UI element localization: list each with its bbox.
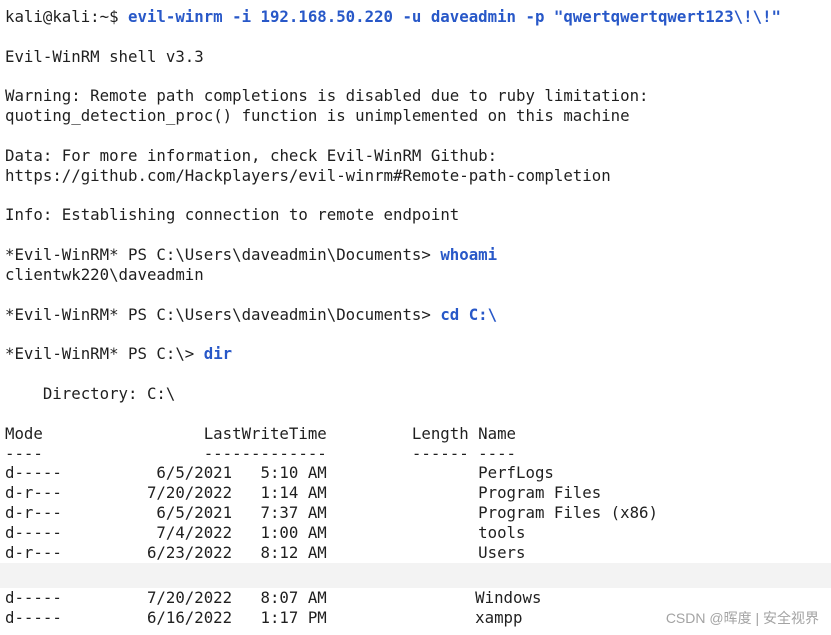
entry-time: 8:12 AM bbox=[260, 542, 327, 562]
directory-entry-row: d-r--- 6/23/2022 8:12 AM Users bbox=[5, 543, 825, 563]
entry-time: 7:37 AM bbox=[260, 503, 327, 523]
column-rule-mode: ---- bbox=[5, 443, 43, 463]
entry-name: Program Files bbox=[478, 483, 602, 503]
entry-mode: d-r--- bbox=[5, 542, 62, 562]
entry-date: 6/16/2022 bbox=[146, 607, 233, 627]
directory-entry-row: d-r--- 6/5/2021 7:37 AM Program Files (x… bbox=[5, 503, 825, 523]
data-notice-url: https://github.com/Hackplayers/evil-winr… bbox=[5, 165, 611, 185]
dir-command: dir bbox=[203, 344, 233, 364]
entry-name: tools bbox=[478, 522, 526, 542]
entry-name: Windows bbox=[475, 588, 542, 607]
entry-time: 1:17 PM bbox=[260, 607, 327, 627]
cd-command: cd C:\ bbox=[440, 304, 498, 324]
whoami-output-line: clientwk220\daveadmin bbox=[5, 265, 825, 285]
entry-date: 7/4/2022 bbox=[156, 522, 233, 542]
directory-entry-row: d----- 6/5/2021 5:10 AM PerfLogs bbox=[5, 463, 825, 483]
entry-mode: d----- bbox=[5, 522, 62, 542]
entry-name: Program Files (x86) bbox=[478, 503, 658, 523]
entry-date: 6/23/2022 bbox=[146, 542, 233, 562]
info-text: Info: Establishing connection to remote … bbox=[5, 205, 460, 225]
listing-rule-row: ---- ------------- ------ ---- bbox=[5, 444, 825, 464]
entry-mode: d----- bbox=[5, 588, 62, 607]
entry-date: 7/20/2022 bbox=[146, 588, 233, 607]
info-line: Info: Establishing connection to remote … bbox=[5, 205, 825, 225]
warning-line-1: Warning: Remote path completions is disa… bbox=[5, 86, 825, 106]
entry-time: 5:10 AM bbox=[260, 463, 327, 483]
entry-name: PerfLogs bbox=[478, 463, 554, 483]
entry-mode: d-r--- bbox=[5, 483, 62, 503]
directory-heading: Directory: C:\ bbox=[42, 384, 176, 404]
entry-mode: d----- bbox=[5, 607, 62, 627]
entry-mode: d-r--- bbox=[5, 503, 62, 523]
directory-heading-line: Directory: C:\ bbox=[5, 384, 825, 404]
directory-entry-row: d-r--- 7/20/2022 1:14 AM Program Files bbox=[5, 483, 825, 503]
whoami-command-line: *Evil-WinRM* PS C:\Users\daveadmin\Docum… bbox=[5, 245, 825, 265]
dir-command-line: *Evil-WinRM* PS C:\> dir bbox=[5, 344, 825, 364]
directory-entry-row: d----- 7/4/2022 1:00 AM tools bbox=[5, 523, 825, 543]
column-rule-length: ------ bbox=[411, 443, 469, 463]
column-header-length: Length bbox=[411, 423, 469, 443]
evil-winrm-command: evil-winrm -i 192.168.50.220 -u daveadmi… bbox=[128, 7, 781, 26]
whoami-command: whoami bbox=[440, 245, 498, 265]
listing-header-row: Mode LastWriteTime Length Name bbox=[5, 424, 825, 444]
screenshot-seam-band bbox=[0, 563, 831, 588]
column-header-lastwritetime: LastWriteTime bbox=[203, 423, 327, 443]
warning-text: Warning: Remote path completions is disa… bbox=[5, 86, 649, 106]
warning-line-2: quoting_detection_proc() function is uni… bbox=[5, 106, 825, 126]
entry-time: 1:00 AM bbox=[260, 522, 327, 542]
warning-text: quoting_detection_proc() function is uni… bbox=[5, 106, 630, 126]
column-rule-lastwritetime: ------------- bbox=[203, 443, 327, 463]
entry-date: 6/5/2021 bbox=[156, 503, 233, 523]
column-header-mode: Mode bbox=[5, 423, 43, 443]
data-notice-line-2: https://github.com/Hackplayers/evil-winr… bbox=[5, 166, 825, 186]
column-rule-name: ---- bbox=[478, 443, 517, 463]
entry-time: 1:14 AM bbox=[260, 483, 327, 503]
terminal-output[interactable]: kali@kali:~$ evil-winrm -i 192.168.50.220… bbox=[5, 7, 825, 563]
whoami-output: clientwk220\daveadmin bbox=[5, 264, 204, 284]
entry-time: 8:07 AM bbox=[260, 588, 327, 607]
entry-name: Users bbox=[478, 542, 526, 562]
banner-line: Evil-WinRM shell v3.3 bbox=[5, 47, 825, 67]
directory-entry-row: d----- 7/20/2022 8:07 AM Windows bbox=[5, 588, 825, 608]
entry-name: xampp bbox=[475, 607, 523, 627]
column-header-name: Name bbox=[478, 423, 517, 443]
entry-mode: d----- bbox=[5, 463, 62, 483]
kali-shell-prompt: kali@kali:~$ bbox=[5, 7, 119, 26]
data-notice-line-1: Data: For more information, check Evil-W… bbox=[5, 146, 825, 166]
cd-command-line: *Evil-WinRM* PS C:\Users\daveadmin\Docum… bbox=[5, 305, 825, 325]
entry-date: 6/5/2021 bbox=[156, 463, 233, 483]
evil-winrm-banner: Evil-WinRM shell v3.3 bbox=[5, 46, 204, 66]
entry-date: 7/20/2022 bbox=[146, 483, 233, 503]
winrm-prompt: *Evil-WinRM* PS C:\Users\daveadmin\Docum… bbox=[5, 245, 431, 265]
data-notice-text: Data: For more information, check Evil-W… bbox=[5, 145, 498, 165]
login-command-line: kali@kali:~$ evil-winrm -i 192.168.50.220… bbox=[5, 7, 825, 27]
winrm-prompt: *Evil-WinRM* PS C:\Users\daveadmin\Docum… bbox=[5, 304, 431, 324]
winrm-prompt: *Evil-WinRM* PS C:\> bbox=[5, 344, 195, 364]
csdn-watermark: CSDN @晖度 | 安全视界 bbox=[665, 610, 819, 626]
